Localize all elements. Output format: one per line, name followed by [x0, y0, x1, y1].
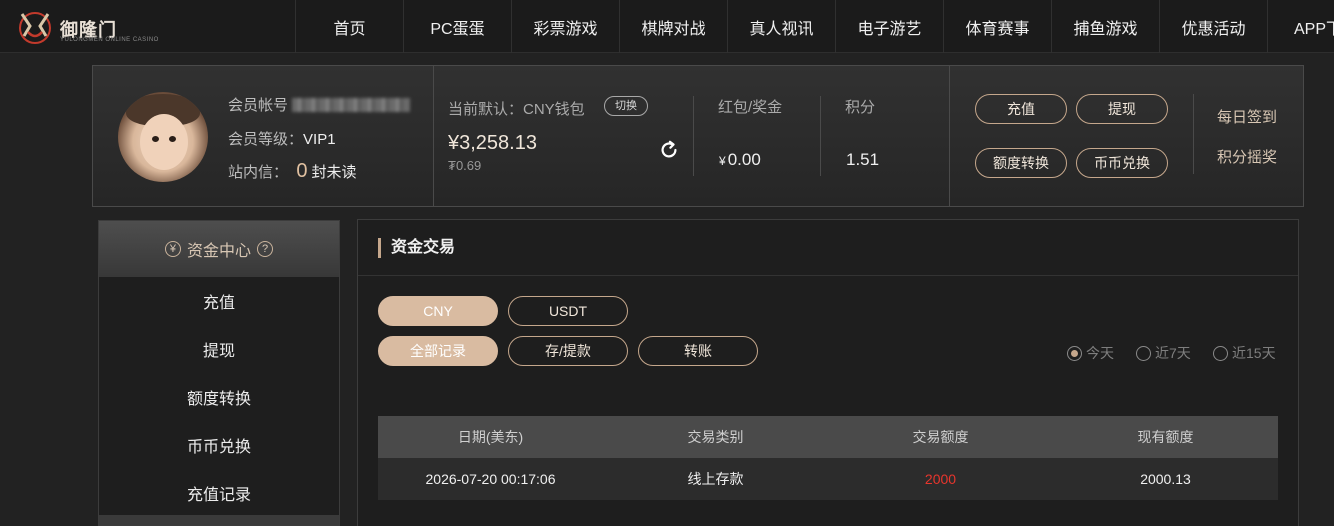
page-title: 资金交易: [378, 238, 455, 258]
refresh-icon[interactable]: [658, 139, 680, 161]
range-15days-radio[interactable]: 近15天: [1213, 343, 1276, 363]
mail-line[interactable]: 站内信： 0 封未读: [228, 160, 357, 183]
username-label: 会员帐号: [228, 97, 289, 114]
dragon-logo-icon: [19, 12, 51, 44]
help-icon[interactable]: ?: [257, 241, 273, 257]
tab-cny[interactable]: CNY: [378, 296, 498, 326]
daily-checkin-link[interactable]: 每日签到: [1217, 106, 1277, 127]
table-cell-balance: 2000.13: [1140, 471, 1191, 487]
sidebar-item-deposit-records[interactable]: 充值记录: [99, 469, 339, 517]
table-cell-type: 线上存款: [687, 471, 744, 487]
range-label: 近15天: [1232, 345, 1276, 361]
transactions-table: 日期(美东) 交易类别 交易额度 现有额度 2026-07-20 00:17:0…: [378, 416, 1278, 500]
username-line: 会员帐号: [228, 94, 411, 115]
table-header: 日期(美东) 交易类别 交易额度 现有额度: [378, 416, 1278, 458]
redpacket-label: 红包/奖金: [718, 99, 783, 116]
sidebar-header: ¥ 资金中心 ?: [99, 221, 339, 277]
transactions-panel: 资金交易 CNY USDT 全部记录 存/提款 转账 今天 近7天 近15天 日…: [357, 219, 1299, 526]
column-header: 日期(美东): [457, 429, 524, 445]
table-row: 2026-07-20 00:17:06 线上存款 2000 2000.13: [378, 458, 1278, 500]
table-cell-amount: 2000: [924, 471, 957, 487]
unread-count: 0: [296, 160, 308, 182]
tab-deposit-withdraw[interactable]: 存/提款: [508, 336, 628, 366]
main-nav: 首页 PC蛋蛋 彩票游戏 棋牌对战 真人视讯 电子游艺 体育赛事 捕鱼游戏 优惠…: [295, 0, 1334, 53]
sidebar-item-withdraw[interactable]: 提现: [99, 325, 339, 373]
redpacket-amount: 0.00: [727, 150, 761, 169]
switch-wallet-button[interactable]: 切换: [604, 96, 648, 116]
sidebar-item-next[interactable]: [99, 515, 339, 525]
divider: [820, 96, 821, 176]
column-header: 现有额度: [1137, 429, 1194, 445]
wallet-label: 当前默认：CNY钱包: [448, 101, 585, 118]
column-header: 交易类别: [687, 429, 744, 445]
nav-lottery[interactable]: 彩票游戏: [511, 0, 619, 53]
usdt-balance: ₮0.69: [448, 158, 482, 173]
mail-label: 站内信：: [228, 164, 289, 181]
radio-unchecked-icon: [1213, 346, 1228, 361]
nav-sports[interactable]: 体育赛事: [943, 0, 1051, 53]
nav-app-download[interactable]: APP下载: [1267, 0, 1334, 53]
level-line: 会员等级：VIP1: [228, 128, 336, 149]
divider: [693, 96, 694, 176]
avatar[interactable]: [118, 92, 208, 182]
redpacket-currency: ¥: [719, 154, 726, 168]
nav-promotions[interactable]: 优惠活动: [1159, 0, 1267, 53]
currency-icon: ¥: [164, 241, 181, 257]
brand-tagline: YULONGMEN ONLINE CASINO: [60, 37, 159, 43]
nav-slots[interactable]: 电子游艺: [835, 0, 943, 53]
transfer-button[interactable]: 额度转换: [975, 148, 1067, 178]
radio-unchecked-icon: [1136, 346, 1151, 361]
funds-sidebar: ¥ 资金中心 ? 充值 提现 额度转换 币币兑换 充值记录: [98, 220, 340, 526]
account-summary-panel: 会员帐号 会员等级：VIP1 站内信： 0 封未读 当前默认：CNY钱包 切换 ¥…: [92, 65, 1304, 207]
radio-checked-icon: [1067, 346, 1082, 361]
column-header: 交易额度: [912, 429, 969, 445]
deposit-button[interactable]: 充值: [975, 94, 1067, 124]
redpacket-value: ¥0.00: [719, 150, 761, 170]
unread-suffix: 封未读: [311, 164, 357, 181]
range-today-radio[interactable]: 今天: [1067, 343, 1114, 363]
tab-transfer[interactable]: 转账: [638, 336, 758, 366]
withdraw-button[interactable]: 提现: [1076, 94, 1168, 124]
divider: [433, 66, 434, 206]
divider: [1193, 94, 1194, 174]
points-label: 积分: [845, 99, 876, 116]
divider: [949, 66, 950, 206]
range-label: 今天: [1086, 345, 1114, 361]
top-navbar: 御隆门 YULONGMEN ONLINE CASINO 首页 PC蛋蛋 彩票游戏…: [0, 0, 1334, 53]
divider: [358, 275, 1298, 276]
tab-all-records[interactable]: 全部记录: [378, 336, 498, 366]
sidebar-item-deposit[interactable]: 充值: [99, 277, 339, 325]
nav-home[interactable]: 首页: [295, 0, 403, 53]
tab-usdt[interactable]: USDT: [508, 296, 628, 326]
nav-live-casino[interactable]: 真人视讯: [727, 0, 835, 53]
logo[interactable]: 御隆门 YULONGMEN ONLINE CASINO: [14, 6, 158, 46]
nav-fishing[interactable]: 捕鱼游戏: [1051, 0, 1159, 53]
range-label: 近7天: [1155, 345, 1191, 361]
range-7days-radio[interactable]: 近7天: [1136, 343, 1191, 363]
sidebar-item-transfer[interactable]: 额度转换: [99, 373, 339, 421]
level-value: VIP1: [303, 131, 336, 148]
table-cell-date: 2026-07-20 00:17:06: [425, 471, 556, 487]
exchange-button[interactable]: 币币兑换: [1076, 148, 1168, 178]
points-lottery-link[interactable]: 积分摇奖: [1217, 146, 1277, 167]
username-blurred: [292, 98, 411, 112]
level-label: 会员等级：: [228, 131, 304, 148]
wallet-balance: ¥3,258.13: [448, 132, 537, 154]
points-value: 1.51: [846, 150, 880, 169]
sidebar-item-exchange[interactable]: 币币兑换: [99, 421, 339, 469]
nav-card-games[interactable]: 棋牌对战: [619, 0, 727, 53]
sidebar-title: 资金中心: [186, 243, 251, 260]
nav-pc-egg[interactable]: PC蛋蛋: [403, 0, 511, 53]
